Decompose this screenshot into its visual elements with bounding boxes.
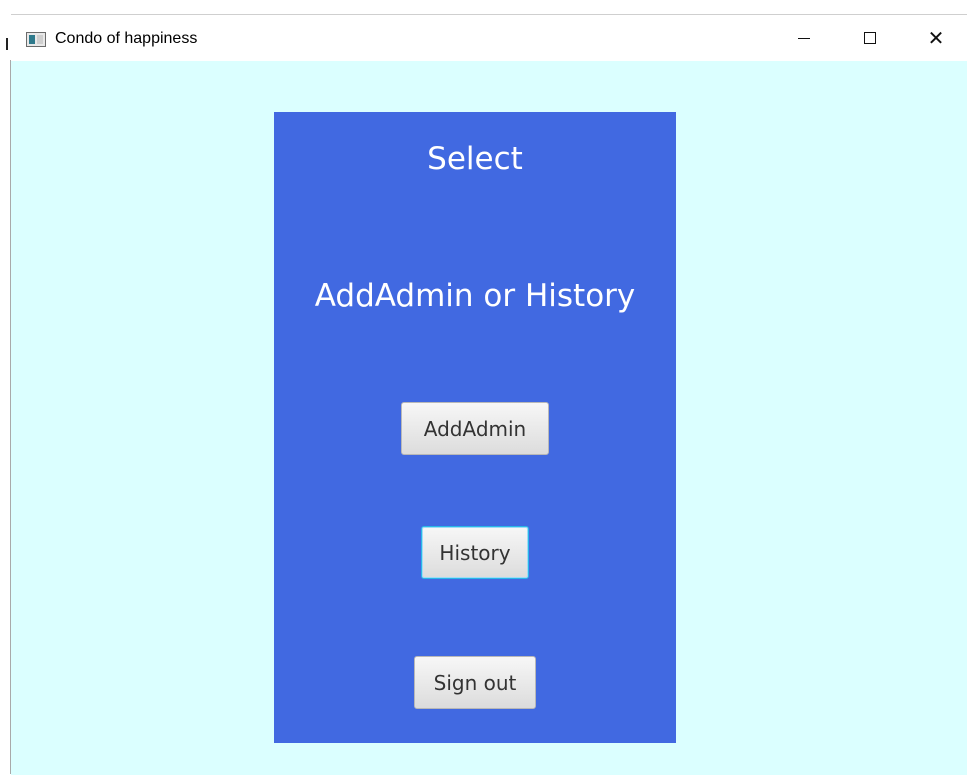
app-window-icon	[26, 32, 46, 47]
sign-out-button[interactable]: Sign out	[414, 656, 536, 709]
minimize-button[interactable]	[781, 15, 827, 61]
close-icon: ✕	[927, 26, 945, 50]
selection-panel: Select AddAdmin or History AddAdmin Hist…	[274, 112, 676, 743]
close-button[interactable]: ✕	[913, 15, 959, 61]
panel-subheading: AddAdmin or History	[314, 278, 636, 314]
title-bar[interactable]: Condo of happiness ✕	[11, 15, 967, 61]
background-window-edge	[0, 0, 11, 774]
maximize-icon	[864, 32, 876, 44]
background-window-glyph	[6, 38, 8, 50]
add-admin-button[interactable]: AddAdmin	[401, 402, 549, 455]
panel-heading: Select	[427, 141, 523, 177]
app-window: Condo of happiness ✕ Select AddAdmin or …	[11, 14, 967, 775]
maximize-button[interactable]	[847, 15, 893, 61]
history-button[interactable]: History	[421, 526, 529, 579]
client-area: Select AddAdmin or History AddAdmin Hist…	[11, 61, 967, 775]
window-title: Condo of happiness	[55, 30, 198, 47]
minimize-icon	[798, 37, 810, 39]
